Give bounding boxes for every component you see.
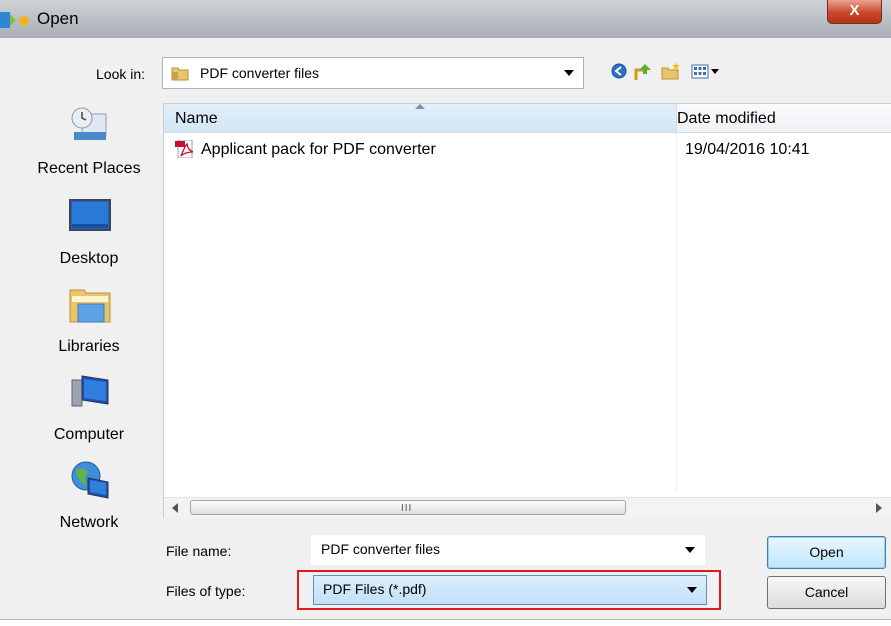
back-icon[interactable] (610, 60, 628, 82)
network-icon (71, 461, 109, 499)
close-button[interactable]: X (827, 0, 882, 24)
file-name-cell: Applicant pack for PDF converter (201, 141, 436, 158)
place-network[interactable]: Network (20, 454, 160, 534)
column-header-date-modified[interactable]: Date modified (677, 110, 776, 128)
look-in-dropdown[interactable]: PDF converter files (162, 57, 584, 89)
scroll-right-icon[interactable] (876, 503, 882, 513)
horizontal-scrollbar[interactable]: III (164, 497, 891, 518)
place-label: Computer (53, 426, 125, 443)
open-dialog: Open X Look in: PDF converter files Rece… (0, 0, 891, 620)
desktop-icon (69, 199, 111, 231)
folder-icon (171, 67, 189, 81)
sort-ascending-icon (415, 104, 425, 109)
title-bar: Open X (0, 0, 891, 38)
file-type-label: Files of type: (166, 583, 246, 599)
close-icon: X (849, 2, 860, 19)
computer-icon (71, 375, 109, 407)
open-button[interactable]: Open (767, 536, 886, 569)
place-label: Recent Places (37, 160, 141, 177)
view-menu-icon[interactable] (690, 60, 722, 82)
file-list-header: Name Date modified (164, 104, 891, 133)
scroll-left-icon[interactable] (172, 503, 178, 513)
chevron-down-icon (564, 70, 574, 76)
column-header-label: Name (175, 110, 218, 127)
column-header-name[interactable]: Name (164, 104, 677, 132)
place-recent-places[interactable]: Recent Places (20, 100, 160, 180)
file-name-label: File name: (166, 543, 232, 559)
file-list: Name Date modified Applicant pack for PD… (163, 103, 891, 518)
file-row[interactable]: Applicant pack for PDF converter 19/04/2… (164, 138, 891, 162)
annotation-highlight-box (297, 570, 721, 610)
chevron-down-icon[interactable] (685, 547, 695, 553)
up-folder-icon[interactable] (633, 60, 653, 82)
places-bar: Recent Places Desktop Libraries Computer… (20, 100, 160, 540)
app-icon (0, 12, 29, 28)
scrollbar-grip: III (401, 503, 413, 514)
window-title: Open (37, 9, 79, 28)
recent-places-icon (71, 107, 107, 140)
pdf-file-icon (175, 140, 194, 158)
cancel-button[interactable]: Cancel (767, 576, 886, 609)
new-folder-icon[interactable] (660, 60, 682, 82)
libraries-icon (69, 289, 111, 323)
scrollbar-thumb[interactable]: III (190, 500, 626, 515)
place-label: Network (59, 514, 119, 531)
place-label: Libraries (58, 338, 120, 355)
column-divider (676, 132, 677, 492)
place-computer[interactable]: Computer (20, 366, 160, 446)
file-date-cell: 19/04/2016 10:41 (685, 141, 810, 158)
look-in-value: PDF converter files (200, 65, 320, 81)
file-name-field[interactable]: PDF converter files (311, 535, 705, 565)
place-libraries[interactable]: Libraries (20, 278, 160, 358)
place-label: Desktop (59, 250, 119, 267)
look-in-label: Look in: (96, 66, 146, 82)
place-desktop[interactable]: Desktop (20, 190, 160, 270)
file-name-value: PDF converter files (321, 541, 441, 557)
